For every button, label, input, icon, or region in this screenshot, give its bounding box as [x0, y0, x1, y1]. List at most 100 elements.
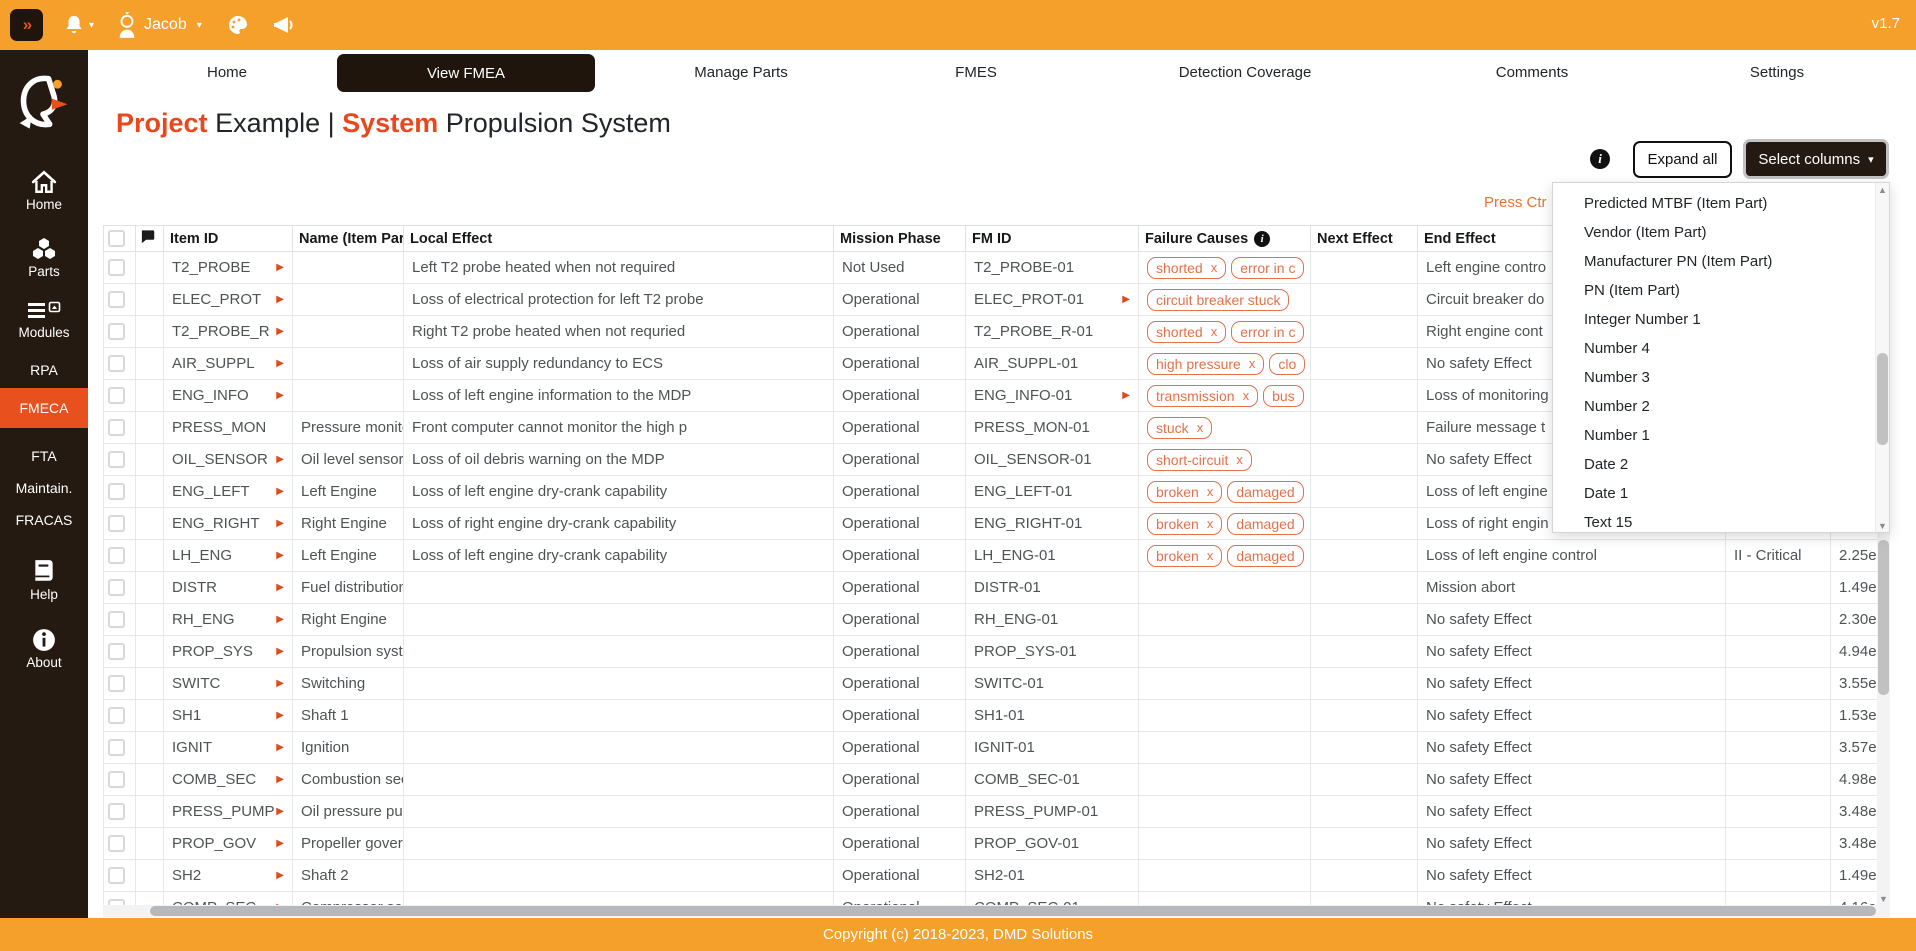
col-header-mission-phase[interactable]: Mission Phase: [834, 226, 966, 252]
sidebar-item-home[interactable]: Home: [0, 170, 88, 212]
col-header-name[interactable]: Name (Item Part): [293, 226, 404, 252]
row-checkbox[interactable]: [108, 419, 125, 436]
failure-cause-tag[interactable]: short-circuitx: [1147, 449, 1252, 471]
sidebar-collapse-button[interactable]: »: [10, 9, 43, 41]
dropdown-scrollbar-thumb[interactable]: [1877, 353, 1888, 445]
expand-row-icon[interactable]: ▶: [276, 614, 284, 625]
sidebar-item-rpa[interactable]: RPA: [0, 362, 88, 378]
remove-tag-icon[interactable]: x: [1243, 388, 1250, 403]
sidebar-item-about[interactable]: About: [0, 628, 88, 670]
select-all-checkbox[interactable]: [108, 230, 125, 247]
expand-fm-icon[interactable]: ▶: [1122, 390, 1130, 401]
expand-row-icon[interactable]: ▶: [276, 326, 284, 337]
col-header-failure-causes[interactable]: Failure Causes i: [1139, 226, 1311, 252]
row-checkbox[interactable]: [108, 867, 125, 884]
row-checkbox[interactable]: [108, 451, 125, 468]
tab-settings[interactable]: Settings: [1750, 64, 1804, 81]
theme-button[interactable]: [226, 13, 250, 37]
expand-row-icon[interactable]: ▶: [276, 678, 284, 689]
row-checkbox[interactable]: [108, 707, 125, 724]
notifications-button[interactable]: ▾: [63, 13, 94, 37]
remove-tag-icon[interactable]: x: [1207, 516, 1214, 531]
row-checkbox[interactable]: [108, 803, 125, 820]
sidebar-item-maintain[interactable]: Maintain.: [0, 480, 88, 496]
tab-manage-parts[interactable]: Manage Parts: [694, 64, 787, 81]
column-option[interactable]: PN (Item Part): [1553, 276, 1875, 305]
failure-cause-tag[interactable]: error in c: [1231, 321, 1304, 343]
expand-all-button[interactable]: Expand all: [1633, 141, 1732, 178]
failure-cause-tag[interactable]: shortedx: [1147, 257, 1226, 279]
failure-cause-tag[interactable]: damaged: [1227, 545, 1303, 567]
column-option[interactable]: Integer Number 1: [1553, 305, 1875, 334]
expand-row-icon[interactable]: ▶: [276, 294, 284, 305]
scroll-up-icon[interactable]: ▲: [1876, 183, 1889, 196]
remove-tag-icon[interactable]: x: [1207, 548, 1214, 563]
expand-row-icon[interactable]: ▶: [276, 454, 284, 465]
expand-row-icon[interactable]: ▶: [276, 262, 284, 273]
column-option[interactable]: Number 1: [1553, 421, 1875, 450]
expand-row-icon[interactable]: ▶: [276, 390, 284, 401]
expand-row-icon[interactable]: ▶: [276, 582, 284, 593]
select-columns-button[interactable]: Select columns ▾: [1743, 139, 1889, 179]
remove-tag-icon[interactable]: x: [1249, 356, 1256, 371]
failure-cause-tag[interactable]: clo: [1269, 353, 1305, 375]
scroll-down-icon[interactable]: ▼: [1877, 892, 1890, 905]
sidebar-item-modules[interactable]: Modules: [0, 300, 88, 340]
row-checkbox[interactable]: [108, 611, 125, 628]
column-option[interactable]: Vendor (Item Part): [1553, 218, 1875, 247]
remove-tag-icon[interactable]: x: [1211, 324, 1218, 339]
announcements-button[interactable]: [272, 13, 298, 37]
failure-cause-tag[interactable]: brokenx: [1147, 481, 1222, 503]
expand-row-icon[interactable]: ▶: [276, 550, 284, 561]
tab-detection-coverage[interactable]: Detection Coverage: [1179, 64, 1312, 81]
tab-view-fmea[interactable]: View FMEA: [337, 54, 595, 92]
expand-row-icon[interactable]: ▶: [276, 710, 284, 721]
horizontal-scrollbar[interactable]: [103, 905, 1890, 917]
expand-row-icon[interactable]: ▶: [276, 870, 284, 881]
tab-fmes[interactable]: FMES: [955, 64, 997, 81]
column-option[interactable]: Predicted MTBF (Item Part): [1553, 189, 1875, 218]
failure-cause-tag[interactable]: damaged: [1227, 481, 1303, 503]
row-checkbox[interactable]: [108, 771, 125, 788]
failure-cause-tag[interactable]: transmissionx: [1147, 385, 1258, 407]
row-checkbox[interactable]: [108, 355, 125, 372]
row-checkbox[interactable]: [108, 323, 125, 340]
tab-home[interactable]: Home: [207, 64, 247, 81]
row-checkbox[interactable]: [108, 515, 125, 532]
column-option[interactable]: Date 2: [1553, 450, 1875, 479]
tab-comments[interactable]: Comments: [1496, 64, 1569, 81]
app-logo[interactable]: [14, 72, 72, 137]
dropdown-scrollbar[interactable]: ▲ ▼: [1875, 183, 1889, 532]
expand-row-icon[interactable]: ▶: [276, 806, 284, 817]
col-header-next-effect[interactable]: Next Effect: [1311, 226, 1418, 252]
failure-cause-tag[interactable]: brokenx: [1147, 513, 1222, 535]
column-option[interactable]: Number 3: [1553, 363, 1875, 392]
expand-row-icon[interactable]: ▶: [276, 742, 284, 753]
column-option[interactable]: Date 1: [1553, 479, 1875, 508]
row-checkbox[interactable]: [108, 259, 125, 276]
col-header-fm-id[interactable]: FM ID: [966, 226, 1139, 252]
row-checkbox[interactable]: [108, 643, 125, 660]
expand-fm-icon[interactable]: ▶: [1122, 294, 1130, 305]
expand-row-icon[interactable]: ▶: [276, 486, 284, 497]
expand-row-icon[interactable]: ▶: [276, 518, 284, 529]
row-checkbox[interactable]: [108, 547, 125, 564]
sidebar-item-parts[interactable]: Parts: [0, 237, 88, 279]
expand-row-icon[interactable]: ▶: [276, 838, 284, 849]
failure-cause-tag[interactable]: bus: [1263, 385, 1304, 407]
column-option[interactable]: Number 2: [1553, 392, 1875, 421]
column-option[interactable]: Manufacturer PN (Item Part): [1553, 247, 1875, 276]
column-option[interactable]: Text 15: [1553, 508, 1875, 532]
row-checkbox[interactable]: [108, 483, 125, 500]
row-checkbox[interactable]: [108, 579, 125, 596]
scroll-down-icon[interactable]: ▼: [1876, 519, 1889, 532]
failure-cause-tag[interactable]: error in c: [1231, 257, 1304, 279]
col-header-local-effect[interactable]: Local Effect: [404, 226, 834, 252]
row-checkbox[interactable]: [108, 387, 125, 404]
expand-row-icon[interactable]: ▶: [276, 358, 284, 369]
row-checkbox[interactable]: [108, 835, 125, 852]
expand-row-icon[interactable]: ▶: [276, 646, 284, 657]
failure-cause-tag[interactable]: shortedx: [1147, 321, 1226, 343]
row-checkbox[interactable]: [108, 291, 125, 308]
sidebar-item-fmeca[interactable]: FMECA: [0, 388, 88, 428]
